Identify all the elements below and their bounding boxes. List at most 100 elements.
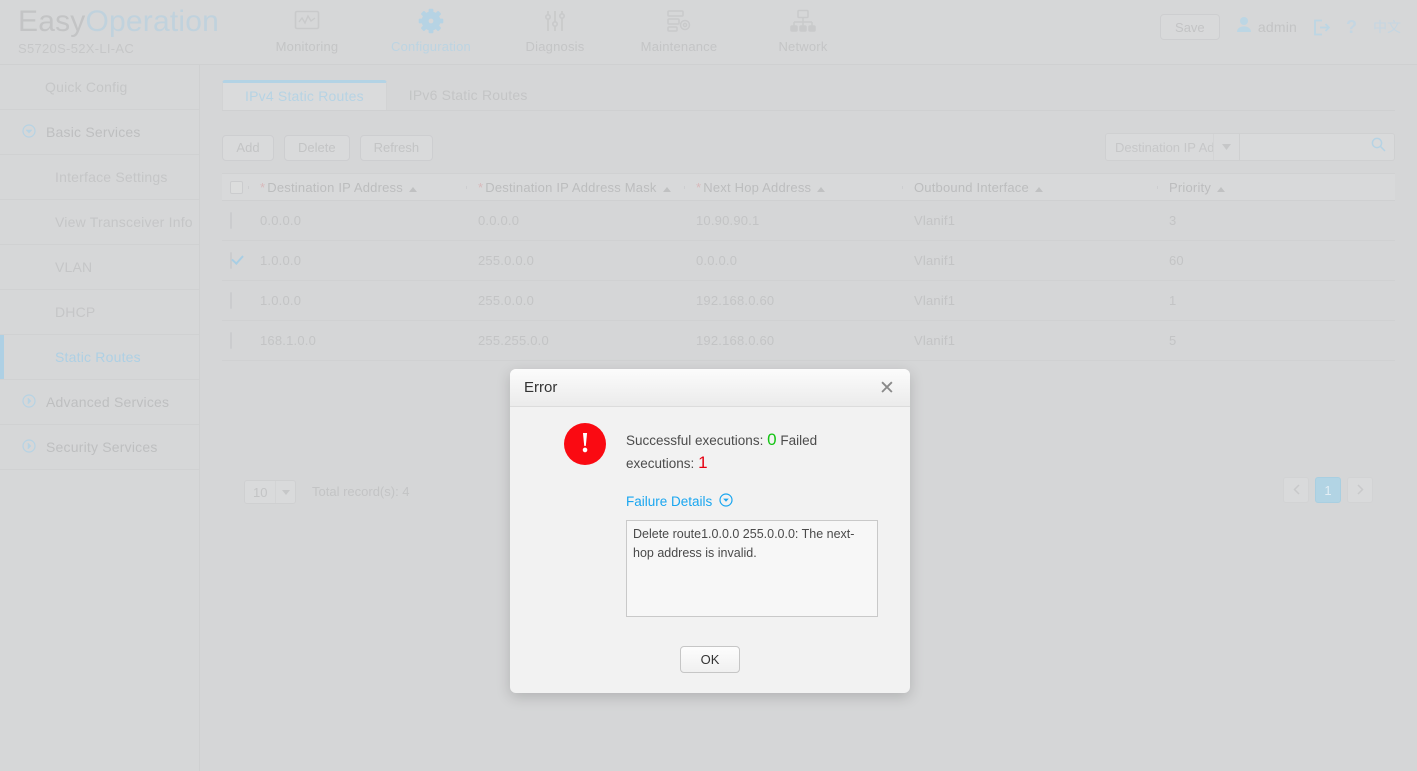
pagination-next-button[interactable] [1347,477,1373,503]
close-icon[interactable]: ✕ [876,377,898,399]
sidebar-label-dhcp: DHCP [55,304,95,320]
page-size-select[interactable]: 10 [244,480,296,504]
cell-destination-mask: 255.0.0.0 [466,253,684,268]
cell-outbound-interface: Vlanif1 [902,213,1157,228]
table-row[interactable]: 1.0.0.0 255.0.0.0 0.0.0.0 Vlanif1 60 [222,241,1395,281]
help-icon[interactable]: ? [1346,17,1357,38]
row-checkbox[interactable] [230,212,232,229]
failure-details-toggle[interactable]: Failure Details [626,493,892,510]
chevron-right-icon [1357,483,1364,498]
table-row[interactable]: 0.0.0.0 0.0.0.0 10.90.90.1 Vlanif1 3 [222,201,1395,241]
cell-destination-mask: 255.0.0.0 [466,293,684,308]
column-header-priority[interactable]: Priority [1157,180,1395,195]
sidebar-item-quick-config[interactable]: Quick Config [0,65,199,110]
dialog-title-bar: Error ✕ [510,369,910,407]
search-bar: Destination IP Add [1105,133,1395,161]
pagination-prev-button[interactable] [1283,477,1309,503]
dialog-title: Error [524,379,557,396]
chevron-right-circle-icon [22,439,36,456]
sidebar-item-interface-settings[interactable]: Interface Settings [0,155,199,200]
brand-logo: EasyOperation S5720S-52X-LI-AC [18,4,219,56]
tab-ipv6-static-routes[interactable]: IPv6 Static Routes [387,80,550,110]
nav-item-diagnosis[interactable]: Diagnosis [493,0,617,54]
chevron-down-icon[interactable] [275,481,295,503]
sort-ascending-icon[interactable] [1217,180,1225,195]
cell-destination-mask: 0.0.0.0 [466,213,684,228]
dialog-body: ! Successful executions: 0 Failed execut… [510,407,910,617]
sidebar-label-static-routes: Static Routes [55,349,141,365]
add-button[interactable]: Add [222,135,274,161]
delete-button[interactable]: Delete [284,135,350,161]
cell-priority: 5 [1157,333,1395,348]
search-input-wrapper[interactable] [1240,133,1395,161]
column-header-destination-mask[interactable]: *Destination IP Address Mask [466,180,684,195]
language-toggle[interactable]: 中文 [1373,17,1401,37]
search-input[interactable] [1187,140,1371,155]
chevron-down-circle-icon[interactable] [719,493,733,510]
sidebar-item-security-services[interactable]: Security Services [0,425,199,470]
search-icon[interactable] [1371,137,1386,157]
required-marker: * [478,180,483,195]
table-row[interactable]: 1.0.0.0 255.0.0.0 192.168.0.60 Vlanif1 1 [222,281,1395,321]
sort-ascending-icon[interactable] [1035,180,1043,195]
failed-executions-count: 1 [698,453,707,472]
required-marker: * [260,180,265,195]
cell-outbound-interface: Vlanif1 [902,253,1157,268]
error-exclamation-icon: ! [564,423,606,465]
nav-item-monitoring[interactable]: Monitoring [245,0,369,54]
gear-icon [417,6,445,36]
sidebar-item-advanced-services[interactable]: Advanced Services [0,380,199,425]
table-row[interactable]: 168.1.0.0 255.255.0.0 192.168.0.60 Vlani… [222,321,1395,361]
sidebar-item-static-routes[interactable]: Static Routes [0,335,199,380]
sidebar-item-view-transceiver-info[interactable]: View Transceiver Info [0,200,199,245]
nav-item-network[interactable]: Network [741,0,865,54]
cell-destination-ip: 0.0.0.0 [248,213,466,228]
sort-ascending-icon[interactable] [409,180,417,195]
nav-label-diagnosis: Diagnosis [526,39,585,54]
cell-destination-ip: 1.0.0.0 [248,293,466,308]
user-account[interactable]: admin [1236,16,1297,38]
nav-item-maintenance[interactable]: Maintenance [617,0,741,54]
sidebar-item-dhcp[interactable]: DHCP [0,290,199,335]
chevron-left-icon [1293,483,1300,498]
sort-ascending-icon[interactable] [663,180,671,195]
total-records-label: Total record(s): 4 [312,473,410,511]
select-all-checkbox[interactable] [230,181,243,194]
sidebar-label-interface-settings: Interface Settings [55,169,168,185]
column-header-outbound-interface[interactable]: Outbound Interface [902,180,1157,195]
tab-ipv4-static-routes[interactable]: IPv4 Static Routes [222,80,387,110]
nav-label-maintenance: Maintenance [641,39,718,54]
column-header-destination-ip[interactable]: *Destination IP Address [248,180,466,195]
table-toolbar: Add Delete Refresh Destination IP Add [222,135,1395,161]
column-header-next-hop[interactable]: *Next Hop Address [684,180,902,195]
sidebar-item-vlan[interactable]: VLAN [0,245,199,290]
row-checkbox[interactable] [230,292,232,309]
cell-destination-ip: 168.1.0.0 [248,333,466,348]
sidebar-item-basic-services[interactable]: Basic Services [0,110,199,155]
column-label-outbound-interface: Outbound Interface [914,180,1029,195]
sidebar-label-view-transceiver-info: View Transceiver Info [55,214,193,230]
nav-item-configuration[interactable]: Configuration [369,0,493,54]
cell-next-hop: 10.90.90.1 [684,213,902,228]
nav-label-network: Network [778,39,827,54]
cell-next-hop: 0.0.0.0 [684,253,902,268]
app-header: EasyOperation S5720S-52X-LI-AC Monitorin… [0,0,1417,65]
pagination-page-1[interactable]: 1 [1315,477,1341,503]
pagination: 1 [1283,477,1373,503]
sidebar-label-advanced-services: Advanced Services [46,394,169,410]
refresh-button[interactable]: Refresh [360,135,434,161]
monitor-icon [294,6,320,36]
row-checkbox-cell [222,213,248,228]
cell-priority: 60 [1157,253,1395,268]
cell-outbound-interface: Vlanif1 [902,333,1157,348]
row-checkbox[interactable] [230,332,232,349]
column-label-destination-ip: Destination IP Address [267,180,403,195]
ok-button[interactable]: OK [680,646,740,673]
save-button[interactable]: Save [1160,14,1220,40]
sort-ascending-icon[interactable] [817,180,825,195]
select-all-checkbox-cell [222,181,248,194]
row-checkbox-cell [222,293,248,308]
failure-details-textarea[interactable]: Delete route1.0.0.0 255.0.0.0: The next-… [626,520,878,617]
row-checkbox[interactable] [230,252,232,269]
logout-icon[interactable] [1313,19,1330,36]
